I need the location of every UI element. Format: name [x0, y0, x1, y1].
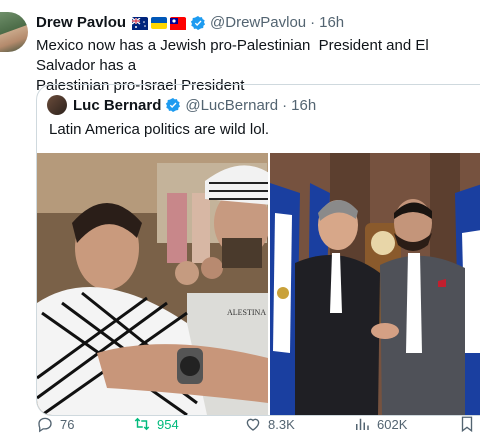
quote-header: Luc Bernard @LucBernard · 16h	[47, 95, 316, 115]
quote-tweet-card[interactable]: Luc Bernard @LucBernard · 16h Latin Amer…	[36, 84, 480, 416]
taiwan-flag-svg	[170, 17, 187, 30]
verified-badge-icon	[190, 15, 206, 30]
retweet-count: 954	[157, 416, 179, 432]
reply-count: 76	[60, 416, 75, 432]
quote-verified-badge-icon	[166, 98, 181, 112]
like-count: 8.3K	[268, 416, 295, 432]
author-avatar[interactable]	[0, 12, 28, 52]
reply-icon	[38, 417, 52, 433]
separator-dot: ·	[310, 14, 316, 31]
ukraine-flag-icon	[151, 16, 168, 29]
heart-icon	[246, 418, 260, 431]
quote-time[interactable]: 16h	[291, 97, 316, 114]
quote-author-avatar[interactable]	[47, 95, 67, 115]
quote-author-name[interactable]: Luc Bernard	[73, 97, 161, 114]
handshake-photo[interactable]	[270, 153, 480, 415]
reply-button[interactable]: 76	[36, 415, 74, 433]
woman-in-keffiyeh-image: ALESTINA	[37, 153, 268, 415]
handshake-image	[270, 153, 480, 415]
australia-flag-svg	[131, 16, 149, 30]
tweet-time[interactable]: 16h	[319, 14, 344, 31]
quote-text: Latin America politics are wild lol.	[49, 121, 270, 138]
author-name[interactable]: Drew Pavlou	[36, 14, 126, 31]
like-button[interactable]: 8.3K	[244, 415, 295, 433]
quote-separator-dot: ·	[282, 96, 288, 114]
woman-in-keffiyeh-photo[interactable]: ALESTINA	[37, 153, 268, 415]
tweet-header: Drew Pavlou @DrewPavlou · 16h	[36, 14, 344, 31]
author-flags	[131, 16, 187, 30]
bookmark-button[interactable]	[458, 415, 476, 433]
quote-author-handle[interactable]: @LucBernard	[185, 97, 278, 114]
views-button[interactable]: 602K	[353, 415, 407, 433]
author-handle[interactable]: @DrewPavlou	[210, 14, 306, 31]
taiwan-flag-icon	[170, 16, 187, 30]
palestina-shirt-text: ALESTINA	[227, 308, 266, 317]
australia-flag-icon	[131, 16, 149, 30]
views-count: 602K	[377, 416, 408, 432]
retweet-icon	[134, 417, 150, 431]
bookmark-icon	[461, 416, 473, 433]
retweet-button[interactable]: 954	[133, 415, 179, 433]
views-chart-icon	[356, 418, 369, 430]
